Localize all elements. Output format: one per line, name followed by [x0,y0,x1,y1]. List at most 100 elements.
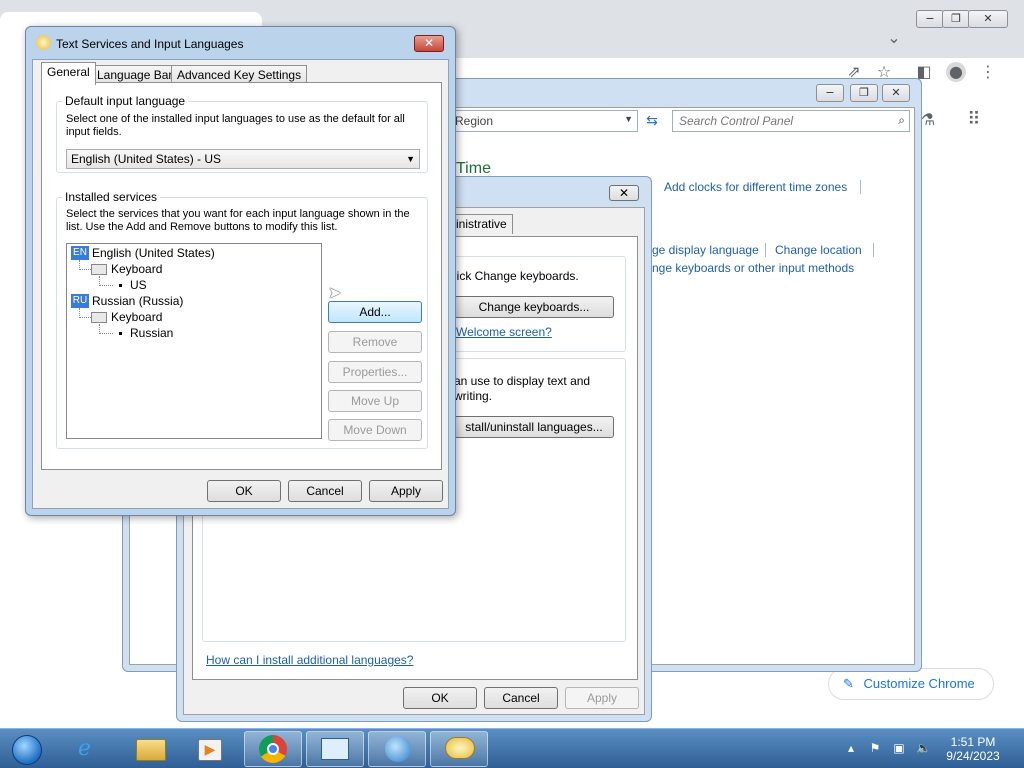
keyboard-icon [91,264,107,275]
add-button[interactable]: Add... [328,301,422,323]
action-center-flag-icon[interactable]: ⚑ [868,741,882,755]
installed-services-description: Select the services that you want for ea… [66,208,410,233]
chevron-down-icon[interactable]: ▼ [406,150,415,168]
tab-administrative[interactable]: inistrative [450,214,513,234]
tab-general[interactable]: General [41,62,96,85]
tree-connector [99,324,113,334]
tree-item-us-layout[interactable]: US [130,277,147,293]
internet-explorer-icon: ℯ [78,736,92,761]
network-icon[interactable]: ▣ [892,741,906,755]
system-clock[interactable]: 1:51 PM 9/24/2023 [944,735,1002,763]
chrome-minimize-button[interactable]: − [916,10,944,28]
apps-grid-icon[interactable]: ⠿ [964,110,984,130]
how-install-languages-link[interactable]: How can I install additional languages? [206,653,413,667]
taskbar-chrome[interactable] [244,731,302,767]
text-services-dialog: Text Services and Input Languages ✕ Gene… [25,26,456,516]
media-player-icon: ▶ [198,739,222,761]
chevron-down-icon[interactable]: ▼ [624,114,633,124]
change-location-link[interactable]: Change location [775,243,862,257]
link-separator [873,243,874,257]
close-icon[interactable]: ✕ [414,35,444,52]
search-icon[interactable]: ⌕ [898,113,905,128]
region-ok-button[interactable]: OK [403,687,477,709]
welcome-screen-link[interactable]: Welcome screen? [456,325,552,339]
clock-time: 1:51 PM [950,735,996,749]
default-language-select[interactable]: English (United States) - US ▼ [66,149,420,169]
globe-icon [385,736,411,762]
pencil-icon: ✎ [843,676,854,691]
ru-language-badge: RU [71,294,89,308]
tree-connector [79,308,91,318]
taskbar-media-player[interactable]: ▶ [182,731,240,767]
remove-button[interactable]: Remove [328,331,422,353]
change-keyboards-button[interactable]: Change keyboards... [454,296,614,318]
region-apply-button[interactable]: Apply [565,687,639,709]
taskbar-internet-explorer[interactable]: ℯ [62,731,120,767]
cp-address-bar[interactable]: Region ▼ [454,110,638,132]
tree-connector [99,276,113,286]
tree-item-english[interactable]: English (United States) [92,245,215,261]
install-languages-button[interactable]: stall/uninstall languages... [454,416,614,438]
cancel-button[interactable]: Cancel [288,480,362,502]
text-services-body: General Language Bar Advanced Key Settin… [32,59,449,509]
bullet-icon [119,284,122,287]
mouse-cursor-icon: ➤ [328,283,342,302]
start-button[interactable] [2,730,52,768]
chrome-menu-icon[interactable]: ⋮ [978,62,998,82]
tree-item-russian[interactable]: Russian (Russia) [92,293,183,309]
taskbar-control-panel[interactable] [306,731,364,767]
chrome-close-button[interactable]: ✕ [968,10,1008,28]
tab-list-chevron-icon[interactable]: ⌄ [884,28,904,48]
taskbar-file-explorer[interactable] [122,731,180,767]
refresh-icon[interactable]: ⇆ [642,111,662,131]
tree-item-english-keyboard[interactable]: Keyboard [111,261,162,277]
cp-minimize-button[interactable]: − [816,84,844,102]
cp-search-placeholder: Search Control Panel [679,114,794,128]
move-up-button[interactable]: Move Up [328,390,422,412]
display-languages-text-2: writing. [454,389,493,403]
ok-button[interactable]: OK [207,480,281,502]
profile-avatar-icon[interactable]: ● [946,62,966,82]
control-panel-icon [321,738,349,760]
cp-close-button[interactable]: ✕ [882,84,910,102]
customize-chrome-label: Customize Chrome [863,676,975,691]
taskbar-region[interactable] [368,731,426,767]
apply-button[interactable]: Apply [369,480,443,502]
keyboard-icon [91,312,107,323]
cp-restore-button[interactable]: ❐ [850,84,878,102]
chrome-restore-button[interactable]: ❐ [942,10,970,28]
taskbar-text-services[interactable] [430,731,488,767]
tree-item-russian-keyboard[interactable]: Keyboard [111,309,162,325]
general-tab-panel: Default input language Select one of the… [41,82,442,470]
en-language-badge: EN [71,246,89,260]
text-services-icon [445,737,475,759]
clock-date: 9/24/2023 [946,749,1000,763]
properties-button[interactable]: Properties... [328,361,422,383]
region-close-button[interactable]: ✕ [609,185,639,201]
default-language-label: Default input language [62,94,189,108]
chrome-icon [259,735,287,763]
show-hidden-icons-icon[interactable]: ▴ [844,741,858,755]
keyboards-instructions: lick Change keyboards. [454,269,579,283]
change-keyboards-link[interactable]: nge keyboards or other input methods [652,261,854,275]
tree-item-russian-layout[interactable]: Russian [130,325,173,341]
taskbar: ℯ ▶ ▴ ⚑ ▣ 🔈 1:51 PM 9/24/2023 [0,728,1024,768]
text-services-app-icon [36,35,51,50]
volume-muted-icon[interactable]: 🔈 [916,741,931,755]
move-down-button[interactable]: Move Down [328,419,422,441]
default-language-description: Select one of the installed input langua… [66,113,405,138]
cp-search-input[interactable]: Search Control Panel ⌕ [672,110,910,132]
installed-services-label: Installed services [62,190,161,204]
customize-chrome-button[interactable]: ✎ Customize Chrome [828,668,994,700]
change-display-language-link[interactable]: ge display language [652,243,759,257]
default-language-value: English (United States) - US [71,152,222,166]
dialog-title: Text Services and Input Languages [56,37,244,51]
cp-address-text: Region [455,114,494,128]
windows-logo-icon [12,735,42,765]
installed-services-tree[interactable]: EN English (United States) Keyboard US R… [66,243,322,439]
bullet-icon [119,332,122,335]
add-clocks-link[interactable]: Add clocks for different time zones [664,180,847,194]
link-separator [860,180,861,194]
region-cancel-button[interactable]: Cancel [484,687,558,709]
folder-icon [136,739,166,761]
